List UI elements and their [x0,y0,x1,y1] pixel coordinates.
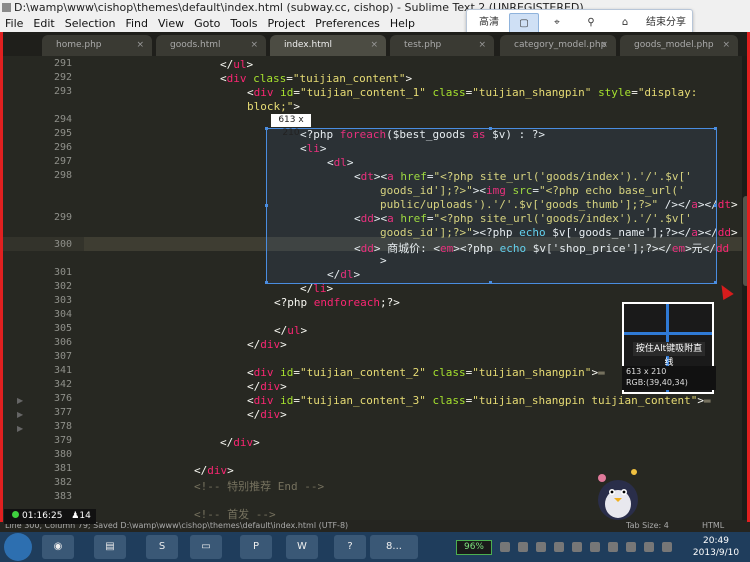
tab-test-php[interactable]: test.php × [390,35,494,56]
fold-arrow-icon[interactable]: ▶ [17,424,23,433]
hd-button[interactable]: 高清 [473,13,505,33]
tab-bar: home.php × goods.html × index.html × test.p… [0,32,750,56]
syntax-mode[interactable]: HTML [702,520,724,532]
crosshair-icon[interactable]: ⌖ [543,13,571,33]
code-line: <div id="tuijian_content_1" class="tuiji… [247,86,698,99]
menu-help[interactable]: Help [385,16,420,32]
zoom-icon[interactable]: ⚲ [577,13,605,33]
tab-goods-model-php[interactable]: goods_model.php × [620,35,738,56]
code-line: <!-- 特别推荐 End --> [194,480,325,493]
end-share-button[interactable]: 结束分享 [643,13,689,33]
resize-handle[interactable] [265,281,268,284]
resize-handle[interactable] [265,127,268,130]
fold-arrow-icon[interactable]: ▶ [17,396,23,405]
capture-selection-rect[interactable] [266,128,717,284]
help-taskbar-icon[interactable]: ? [334,535,366,559]
code-editor[interactable]: </ul> <div class="tuijian_content"> <div… [84,56,742,520]
tab-size[interactable]: Tab Size: 4 [626,520,669,532]
cmd-taskbar-icon[interactable]: ▭ [190,535,222,559]
penguin-mascot-icon [598,469,638,520]
code-line: <div class="tuijian_content"> [220,72,413,85]
sublime-taskbar-icon[interactable]: S [146,535,178,559]
word-taskbar-icon[interactable]: W [286,535,318,559]
code-line: block;"> [247,100,300,113]
menu-goto[interactable]: Goto [189,16,225,32]
close-icon[interactable]: × [136,35,144,56]
code-line: </ul> [220,58,254,71]
close-icon[interactable]: × [250,35,258,56]
tab-home-php[interactable]: home.php × [42,35,152,56]
tray-icon[interactable] [590,542,600,552]
fold-arrow-icon[interactable]: ▶ [17,410,23,419]
resize-handle[interactable] [489,281,492,284]
code-line: </div> [247,408,287,421]
menu-edit[interactable]: Edit [28,16,59,32]
resize-handle[interactable] [714,204,717,207]
code-line: </div> [247,380,287,393]
code-line: <!-- 首发 --> [194,508,276,520]
close-icon[interactable]: × [478,35,486,56]
tab-goods-html[interactable]: goods.html × [156,35,266,56]
menu-find[interactable]: Find [120,16,153,32]
recording-border-left [0,32,3,522]
code-line: </div> [247,338,287,351]
resize-handle[interactable] [489,127,492,130]
selection-size-label: 613 x 210 [271,114,311,138]
menu-tools[interactable]: Tools [225,16,262,32]
menu-project[interactable]: Project [263,16,311,32]
close-icon[interactable]: × [370,35,378,56]
magnifier-hint: 按住Alt键吸附直线 [633,342,705,368]
home-icon[interactable]: ⌂ [611,13,639,33]
code-line: <?php endforeach;?> [274,296,400,309]
status-bar: Line 300, Column 79; Saved D:\wamp\www\c… [0,520,750,532]
code-line: <div id="tuijian_content_2" class="tuiji… [247,366,605,379]
app-icon [2,3,11,12]
menu-preferences[interactable]: Preferences [310,16,385,32]
code-line: </div> [194,464,234,477]
tray-icon[interactable] [536,542,546,552]
resize-handle[interactable] [265,204,268,207]
tab-category-model-php[interactable]: category_model.php × [500,35,616,56]
recording-timer: 01:16:25 ♟14 [4,509,96,524]
tray-icon[interactable] [644,542,654,552]
volume-icon[interactable] [662,542,672,552]
qq-taskbar-icon[interactable]: 8... [370,535,418,559]
menu-file[interactable]: File [0,16,28,32]
tab-index-html[interactable]: index.html × [270,35,386,56]
taskbar-clock[interactable]: 20:49 2013/9/10 [686,535,746,559]
line-number-gutter: 291 292 293 294 295 296 297 298 299 300 … [0,56,84,520]
code-line: <div id="tuijian_content_3" class="tuiji… [247,394,711,407]
tray-icon[interactable] [572,542,582,552]
menu-selection[interactable]: Selection [60,16,121,32]
tray-icon[interactable] [518,542,528,552]
close-icon[interactable]: × [722,35,730,56]
tray-icon[interactable] [500,542,510,552]
explorer-taskbar-icon[interactable]: ▤ [94,535,126,559]
record-dot-icon [12,511,19,518]
resize-handle[interactable] [714,127,717,130]
battery-indicator[interactable]: 96% [456,540,492,555]
start-button[interactable] [4,533,32,561]
close-icon[interactable]: × [600,35,608,56]
tray-icon[interactable] [626,542,636,552]
magnifier-info: 613 x 210 RGB:(39,40,34) [622,366,716,390]
menu-view[interactable]: View [153,16,189,32]
code-line: </ul> [274,324,308,337]
windows-taskbar: ◉ ▤ S ▭ P W ? 8... 96% 20:49 2013/9/10 [0,532,750,562]
powerpoint-taskbar-icon[interactable]: P [240,535,272,559]
chrome-taskbar-icon[interactable]: ◉ [42,535,74,559]
tray-icon[interactable] [554,542,564,552]
resize-handle[interactable] [714,281,717,284]
code-line: </div> [220,436,260,449]
tray-icon[interactable] [608,542,618,552]
